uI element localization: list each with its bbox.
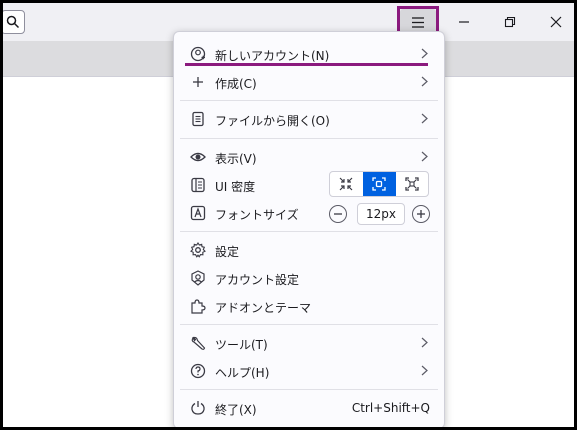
menu-separator — [180, 100, 438, 101]
menu-item-tools[interactable]: ツール(T) — [180, 330, 438, 356]
menu-item-label: アカウント設定 — [215, 273, 300, 287]
font-size-decrease-button[interactable] — [329, 205, 347, 223]
menu-item-label: 表示(V) — [215, 152, 257, 166]
minus-icon — [334, 213, 342, 215]
gear-icon — [190, 242, 206, 258]
app-window: 新しいアカウント(N) 作成(C) ファイルから開く(O) 表示(V) UI 密… — [3, 3, 574, 427]
menu-item-label: UI 密度 — [215, 180, 256, 194]
menu-item-view[interactable]: 表示(V) — [180, 144, 438, 170]
search-button[interactable] — [3, 10, 25, 34]
minimize-button[interactable] — [444, 7, 484, 37]
touch-density-icon — [405, 177, 419, 191]
account-settings-icon — [191, 270, 205, 286]
menu-item-label: 作成(C) — [215, 77, 257, 91]
new-account-icon — [190, 46, 206, 62]
close-icon — [550, 16, 562, 28]
menu-item-create[interactable]: 作成(C) — [180, 69, 438, 95]
chevron-right-icon — [421, 76, 428, 87]
eye-icon — [190, 152, 206, 162]
density-compact-button[interactable] — [330, 172, 363, 196]
menu-item-label: 設定 — [215, 245, 240, 259]
menu-item-label: ツール(T) — [215, 338, 268, 352]
menu-item-open-file[interactable]: ファイルから開く(O) — [180, 106, 438, 132]
chevron-right-icon — [421, 48, 428, 59]
restore-button[interactable] — [490, 7, 530, 37]
app-menu-panel: 新しいアカウント(N) 作成(C) ファイルから開く(O) 表示(V) UI 密… — [173, 31, 445, 427]
highlight-underline — [185, 63, 428, 66]
density-segmented-control — [329, 171, 429, 197]
density-icon — [191, 177, 205, 193]
chevron-right-icon — [421, 337, 428, 348]
font-size-increase-button[interactable] — [412, 205, 430, 223]
density-normal-button[interactable] — [363, 172, 396, 196]
minimize-icon — [459, 21, 469, 23]
compact-icon — [339, 177, 353, 191]
power-icon — [191, 401, 205, 415]
chevron-right-icon — [421, 113, 428, 124]
normal-density-icon — [372, 177, 386, 191]
menu-item-label: ファイルから開く(O) — [215, 114, 330, 128]
help-icon — [190, 363, 206, 379]
menu-separator — [180, 324, 438, 325]
menu-item-settings[interactable]: 設定 — [180, 237, 438, 263]
menu-item-account-settings[interactable]: アカウント設定 — [180, 265, 438, 291]
menu-item-label: 終了(X) — [215, 403, 257, 417]
wrench-icon — [191, 336, 206, 350]
menu-item-label: 新しいアカウント(N) — [215, 49, 330, 63]
file-icon — [192, 111, 204, 127]
close-button[interactable] — [536, 7, 574, 37]
menu-item-quit[interactable]: 終了(X) Ctrl+Shift+Q — [180, 395, 438, 421]
menu-item-addons-themes[interactable]: アドオンとテーマ — [180, 293, 438, 319]
menu-item-help[interactable]: ヘルプ(H) — [180, 358, 438, 384]
menu-item-label: ヘルプ(H) — [215, 366, 270, 380]
chevron-right-icon — [421, 365, 428, 376]
menu-separator — [180, 389, 438, 390]
plus-icon — [417, 210, 425, 218]
puzzle-icon — [191, 299, 206, 314]
quit-shortcut: Ctrl+Shift+Q — [351, 401, 430, 415]
density-touch-button[interactable] — [396, 172, 429, 196]
search-icon — [6, 15, 20, 29]
font-icon — [190, 205, 206, 221]
chevron-right-icon — [421, 151, 428, 162]
restore-icon — [504, 16, 516, 28]
menu-item-label: フォントサイズ — [215, 208, 299, 222]
font-size-value: 12px — [357, 203, 405, 225]
menu-separator — [180, 138, 438, 139]
menu-separator — [180, 231, 438, 232]
menu-item-label: アドオンとテーマ — [215, 301, 312, 315]
plus-icon — [193, 77, 203, 87]
